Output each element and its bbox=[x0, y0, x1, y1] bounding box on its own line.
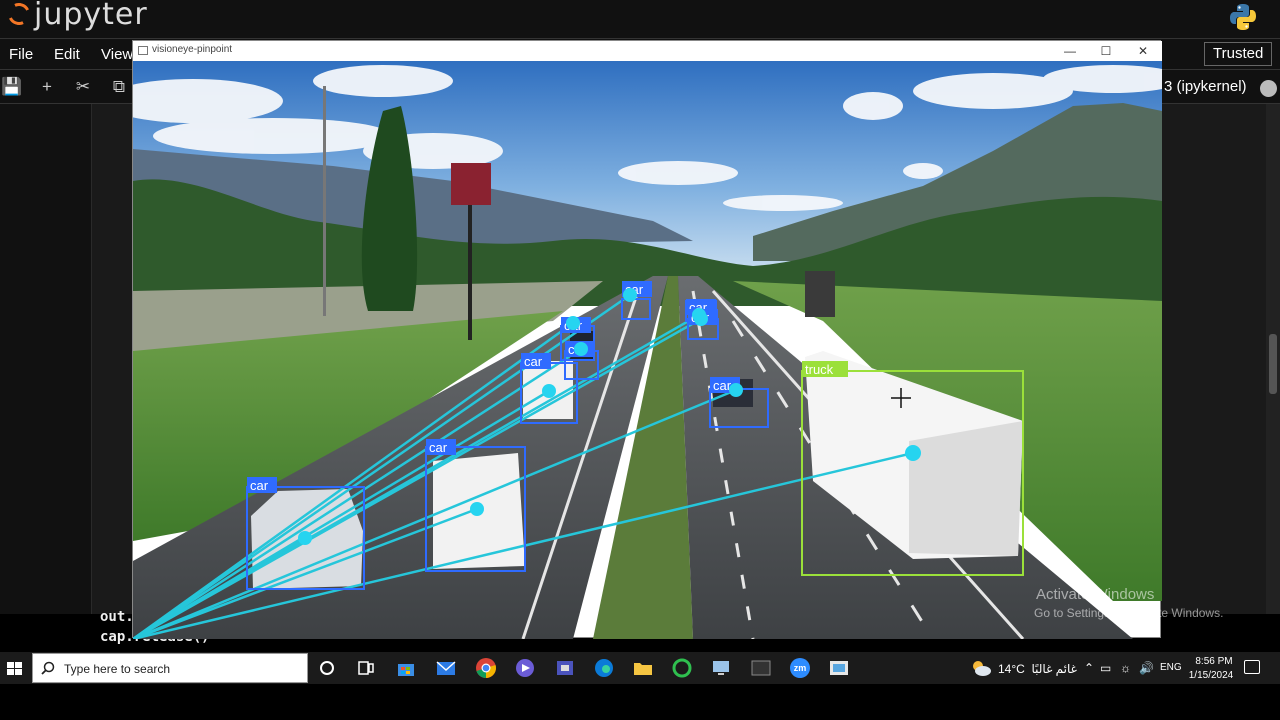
menu-file[interactable]: File bbox=[9, 46, 33, 63]
jupyter-ring-icon bbox=[4, 0, 34, 29]
search-icon bbox=[41, 661, 55, 675]
detection-label: car bbox=[524, 354, 543, 369]
detection-center-point bbox=[729, 383, 743, 397]
code-line: out. bbox=[100, 609, 134, 625]
cortana-icon[interactable] bbox=[315, 656, 339, 680]
circle-app-icon[interactable] bbox=[670, 656, 694, 680]
detection-center-point bbox=[623, 288, 637, 302]
roadside-board bbox=[805, 271, 835, 317]
detection-center-point bbox=[905, 445, 921, 461]
window-title: visioneye-pinpoint bbox=[152, 44, 233, 55]
minimize-button[interactable]: — bbox=[1055, 42, 1085, 60]
edge-icon[interactable] bbox=[592, 656, 616, 680]
sign-post bbox=[468, 205, 472, 340]
language-indicator[interactable]: ENG bbox=[1160, 662, 1182, 673]
chrome-icon[interactable] bbox=[474, 656, 498, 680]
save-icon[interactable]: 💾 bbox=[0, 76, 24, 98]
notebook-gutter bbox=[0, 104, 92, 614]
detection-center-point bbox=[574, 342, 588, 356]
kernel-name[interactable]: 3 (ipykernel) bbox=[1164, 78, 1247, 95]
detection-center-point bbox=[298, 531, 312, 545]
desktop-screen: jupyter File Edit View Trusted 💾 + ✂ ⧉ 3… bbox=[0, 0, 1280, 720]
window-titlebar[interactable]: visioneye-pinpoint — ☐ ✕ bbox=[133, 41, 1162, 61]
trusted-indicator[interactable]: Trusted bbox=[1204, 42, 1273, 66]
detection-label: car bbox=[713, 378, 732, 393]
detection-center-point bbox=[566, 316, 580, 330]
activate-windows-title: Activate Windows bbox=[1036, 586, 1155, 603]
wifi-icon[interactable]: ☼ bbox=[1120, 661, 1131, 675]
svg-text:zm: zm bbox=[794, 663, 807, 673]
weather-text[interactable]: 14°C غائم غالبًا bbox=[998, 662, 1077, 676]
store-icon[interactable] bbox=[394, 656, 418, 680]
file-explorer-icon[interactable] bbox=[631, 656, 655, 680]
window-app-icon bbox=[138, 46, 148, 55]
video-frame: carcarcarcarcarcarcarcarcartruck bbox=[133, 61, 1162, 639]
detection-label: truck bbox=[805, 362, 834, 377]
detection-label: car bbox=[429, 440, 448, 455]
video-frame-svg: carcarcarcarcarcarcarcarcartruck bbox=[133, 61, 1162, 639]
search-placeholder: Type here to search bbox=[64, 662, 171, 676]
activate-windows-subtitle: Go to Settings to activate Windows. bbox=[1034, 606, 1224, 620]
notification-icon[interactable] bbox=[1244, 660, 1260, 674]
remote-desktop-icon[interactable] bbox=[709, 656, 733, 680]
detection-center-point bbox=[694, 312, 708, 326]
taskbar: Type here to search zm 14°C غائم غالبًا … bbox=[0, 652, 1280, 684]
weather-icon[interactable] bbox=[970, 658, 992, 678]
active-window-icon[interactable] bbox=[827, 656, 851, 680]
close-button[interactable]: ✕ bbox=[1128, 42, 1158, 60]
cut-icon[interactable]: ✂ bbox=[71, 76, 95, 98]
clock-date[interactable]: 1/15/2024 bbox=[1188, 670, 1234, 681]
jupyter-logo-text: jupyter bbox=[34, 0, 148, 32]
kernel-status-icon bbox=[1260, 80, 1277, 97]
windows-start-icon[interactable] bbox=[0, 652, 30, 684]
mail-icon[interactable] bbox=[434, 656, 458, 680]
menu-edit[interactable]: Edit bbox=[54, 46, 80, 63]
opencv-window[interactable]: visioneye-pinpoint — ☐ ✕ car car car car… bbox=[132, 40, 1162, 639]
volume-icon[interactable]: 🔊 bbox=[1139, 661, 1154, 675]
clock-time[interactable]: 8:56 PM bbox=[1192, 656, 1236, 667]
detection-center-point bbox=[470, 502, 484, 516]
terminal-icon[interactable] bbox=[749, 656, 773, 680]
battery-icon[interactable]: ▭ bbox=[1100, 661, 1111, 675]
zoom-icon[interactable]: zm bbox=[788, 656, 812, 680]
scrollbar-thumb[interactable] bbox=[1269, 334, 1277, 394]
notebook-scrollbar[interactable] bbox=[1266, 104, 1280, 614]
python-logo-icon bbox=[1230, 4, 1256, 30]
chevron-up-icon[interactable]: ⌃ bbox=[1084, 661, 1094, 675]
detection-label: car bbox=[250, 478, 269, 493]
teams-icon[interactable] bbox=[553, 656, 577, 680]
menu-view[interactable]: View bbox=[101, 46, 133, 63]
pole-sign bbox=[451, 163, 491, 205]
maximize-button[interactable]: ☐ bbox=[1091, 42, 1121, 60]
add-cell-icon[interactable]: + bbox=[35, 76, 59, 98]
jupyter-header: jupyter bbox=[0, 0, 1280, 38]
jupyter-logo[interactable]: jupyter bbox=[4, 0, 148, 32]
copy-icon[interactable]: ⧉ bbox=[107, 76, 131, 98]
task-view-icon[interactable] bbox=[354, 656, 378, 680]
taskbar-search[interactable]: Type here to search bbox=[32, 653, 308, 683]
app-icon[interactable] bbox=[513, 656, 537, 680]
light-pole bbox=[323, 86, 326, 316]
detection-center-point bbox=[542, 384, 556, 398]
